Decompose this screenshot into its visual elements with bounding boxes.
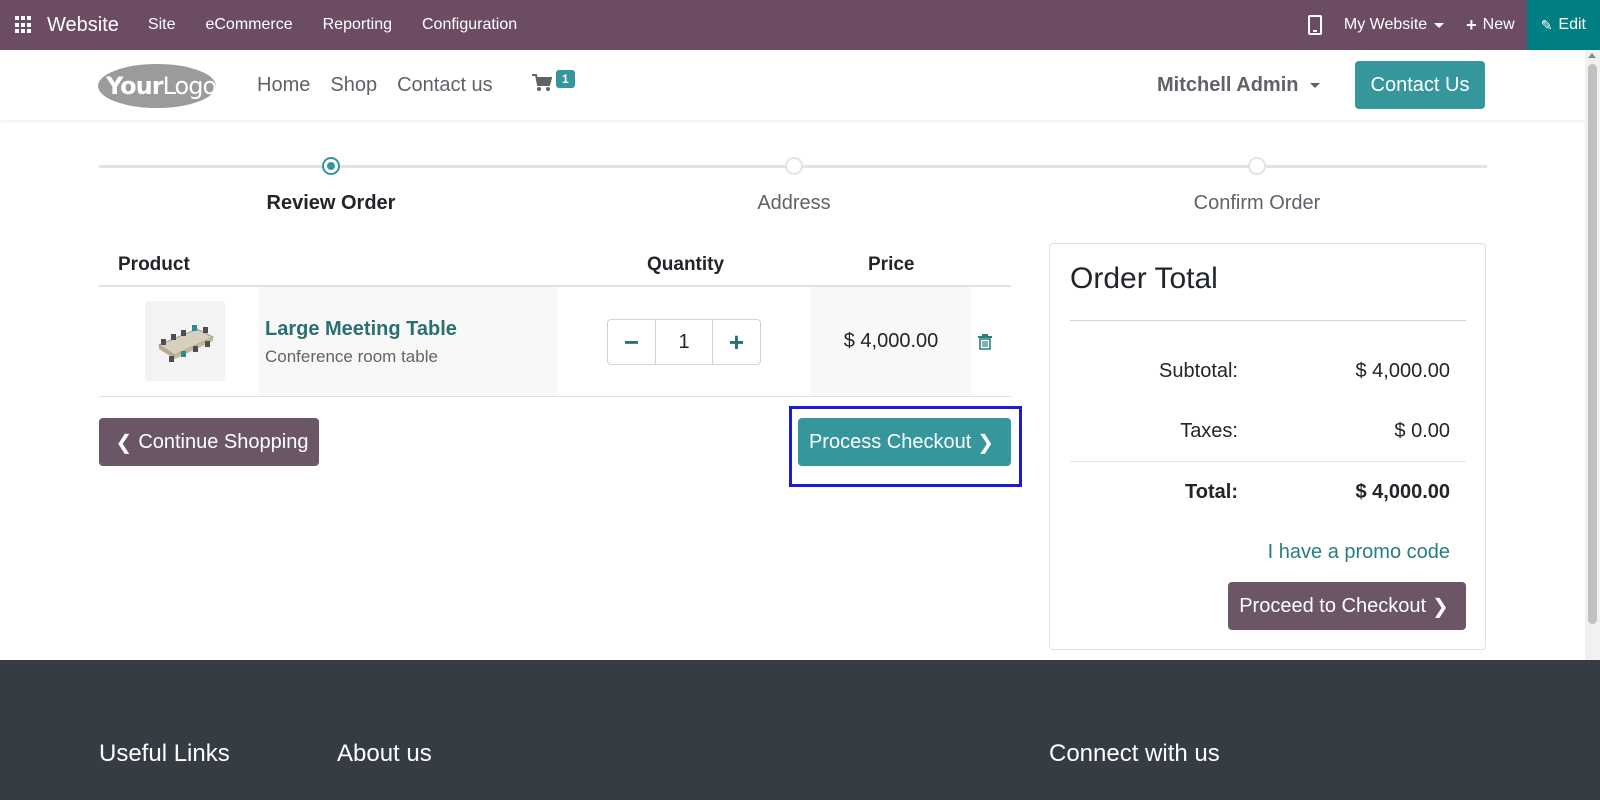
continue-shopping-label: Continue Shopping — [138, 430, 309, 453]
admin-menu-configuration[interactable]: Configuration — [422, 16, 517, 34]
product-description: Conference room table — [265, 347, 438, 366]
footer-heading-connect: Connect with us — [1049, 740, 1220, 767]
total-label: Total: — [1185, 481, 1238, 503]
chevron-right-icon: ❯ — [977, 431, 995, 454]
new-button-label: New — [1482, 16, 1515, 33]
column-header-price: Price — [868, 254, 915, 275]
page-scrollbar[interactable] — [1585, 50, 1600, 660]
promo-code-link[interactable]: I have a promo code — [1150, 541, 1450, 564]
plus-icon: + — [728, 326, 745, 357]
admin-menu-site[interactable]: Site — [148, 16, 176, 34]
quantity-stepper: − + — [607, 319, 761, 365]
cart-count-badge: 1 — [556, 70, 575, 88]
pencil-icon: ✎ — [1540, 16, 1553, 33]
proceed-to-checkout-button[interactable]: Proceed to Checkout ❯ — [1228, 582, 1466, 630]
site-nav: Home Shop Contact us — [257, 50, 513, 120]
apps-grid-icon[interactable] — [15, 16, 33, 34]
minus-icon: − — [623, 326, 640, 357]
quantity-input[interactable] — [655, 320, 713, 364]
total-value: $ 4,000.00 — [1355, 481, 1450, 503]
new-button[interactable]: + New — [1466, 15, 1515, 36]
scroll-up-arrow-icon[interactable] — [1588, 53, 1596, 58]
product-name-link[interactable]: Large Meeting Table — [265, 318, 457, 341]
website-selector-label: My Website — [1343, 16, 1428, 33]
chevron-left-icon: ❮ — [115, 431, 133, 454]
site-logo[interactable]: YourLogo — [98, 60, 218, 110]
logo-text: YourLogo — [106, 72, 217, 100]
total-divider — [1070, 461, 1466, 462]
footer-heading-useful-links: Useful Links — [99, 740, 230, 767]
table-row-divider — [99, 396, 1011, 397]
product-image[interactable] — [145, 301, 225, 381]
edit-button-label: Edit — [1558, 16, 1586, 33]
order-total-divider — [1070, 320, 1466, 321]
plus-icon: + — [1466, 14, 1477, 35]
order-total-title: Order Total — [1070, 262, 1218, 295]
nav-link-shop[interactable]: Shop — [330, 74, 377, 97]
scrollbar-thumb[interactable] — [1588, 64, 1597, 624]
cart-link[interactable]: 1 — [532, 70, 582, 100]
continue-shopping-button[interactable]: ❮ Continue Shopping — [99, 418, 319, 466]
wizard-step-dot-confirm — [1248, 157, 1266, 175]
product-price: $ 4,000.00 — [843, 330, 939, 352]
wizard-step-dot-review — [322, 157, 340, 175]
edit-button[interactable]: ✎ Edit — [1526, 0, 1600, 50]
header-contact-us-button[interactable]: Contact Us — [1355, 61, 1485, 109]
admin-brand[interactable]: Website — [47, 14, 119, 37]
website-selector[interactable]: My Website — [1343, 16, 1445, 34]
user-menu[interactable]: Mitchell Admin — [1157, 50, 1321, 120]
trash-icon[interactable] — [978, 334, 992, 350]
proceed-to-checkout-label: Proceed to Checkout — [1239, 594, 1426, 617]
process-checkout-label: Process Checkout — [808, 430, 972, 453]
wizard-step-confirm-order[interactable]: Confirm Order — [1137, 192, 1377, 215]
admin-navbar: Website Site eCommerce Reporting Configu… — [0, 0, 1600, 50]
wizard-step-review-order: Review Order — [266, 192, 396, 214]
mobile-preview-icon[interactable] — [1307, 15, 1322, 35]
chevron-down-icon — [1310, 82, 1321, 88]
product-info-cell — [259, 287, 557, 396]
chevron-down-icon — [1434, 22, 1445, 28]
nav-link-contact-us[interactable]: Contact us — [397, 74, 493, 97]
user-name: Mitchell Admin — [1157, 73, 1299, 96]
quantity-increase-button[interactable]: + — [713, 320, 760, 364]
site-footer: Useful Links About us Connect with us — [0, 660, 1600, 800]
meeting-table-image — [157, 325, 215, 362]
site-header: YourLogo Home Shop Contact us 1 Mitchell… — [0, 50, 1600, 120]
admin-menu-reporting[interactable]: Reporting — [323, 16, 392, 34]
process-checkout-button[interactable]: Process Checkout ❯ — [798, 418, 1011, 466]
column-header-quantity: Quantity — [647, 254, 725, 275]
column-header-product: Product — [118, 254, 190, 275]
shopping-cart-icon — [532, 74, 552, 91]
taxes-label: Taxes: — [1180, 420, 1238, 442]
footer-heading-about-us: About us — [337, 740, 432, 767]
taxes-value: $ 0.00 — [1394, 420, 1450, 442]
subtotal-label: Subtotal: — [1159, 360, 1238, 382]
chevron-right-icon: ❯ — [1432, 595, 1449, 618]
wizard-step-dot-address — [785, 157, 803, 175]
wizard-step-address[interactable]: Address — [674, 192, 914, 215]
admin-right-controls: My Website + New ✎ Edit — [1307, 0, 1600, 50]
quantity-decrease-button[interactable]: − — [608, 320, 655, 364]
subtotal-value: $ 4,000.00 — [1355, 360, 1450, 382]
admin-menu-ecommerce[interactable]: eCommerce — [205, 16, 292, 34]
nav-link-home[interactable]: Home — [257, 74, 310, 97]
